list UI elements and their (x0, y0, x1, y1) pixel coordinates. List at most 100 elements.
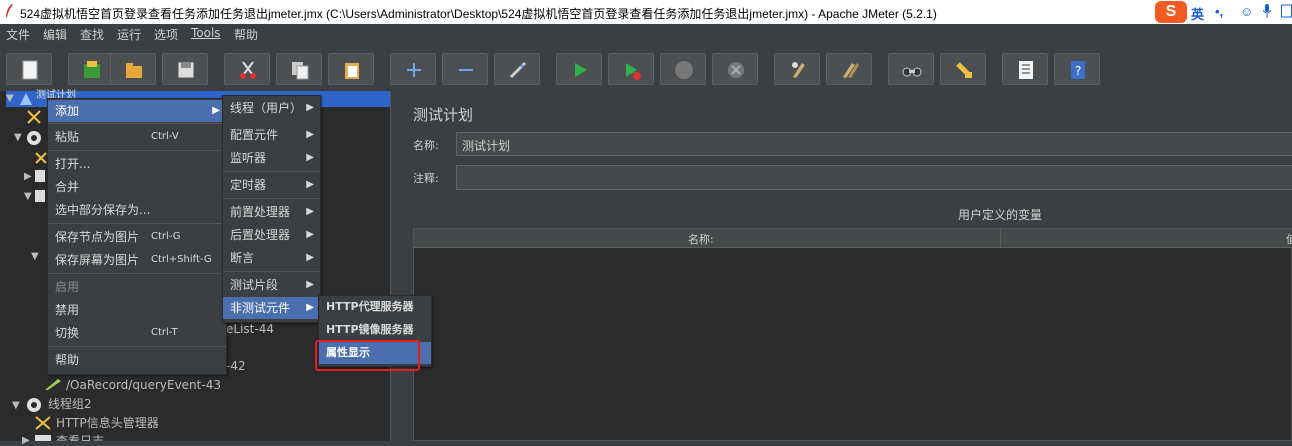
collapse-arrow-icon[interactable]: ▼ (31, 251, 39, 262)
menu-item-enable: 启用 (48, 276, 226, 298)
copy-button[interactable] (276, 53, 322, 85)
clear-button[interactable] (774, 53, 820, 85)
ime-mic-icon[interactable] (1262, 4, 1272, 21)
column-header-value[interactable]: 值 (1286, 231, 1292, 247)
menu-item-disable[interactable]: 禁用 (48, 299, 226, 321)
menu-item-save-selection[interactable]: 选中部分保存为... (48, 199, 226, 221)
test-plan-panel: 测试计划 名称: 测试计划 注释: 用户定义的变量 名称: 值 (402, 91, 1292, 441)
tree-row[interactable]: -42 (226, 357, 246, 375)
submenu-arrow-icon: ▶ (306, 102, 314, 113)
submenu-item-http-proxy[interactable]: HTTP代理服务器 (319, 296, 431, 318)
menu-run[interactable]: 运行 (117, 26, 141, 43)
tree-row[interactable]: 查看日志 (56, 432, 104, 441)
submenu-item-timer[interactable]: 定时器 ▶ (223, 174, 320, 196)
name-label: 名称: (413, 139, 439, 152)
ime-toolbar[interactable]: S 英 •, ☺ (1153, 1, 1292, 23)
menu-item-save-screen-image[interactable]: 保存屏幕为图片 Ctrl+Shift-G (48, 249, 226, 271)
start-no-pause-button[interactable] (608, 53, 654, 85)
paste-button[interactable] (328, 53, 374, 85)
window-title: 524虚拟机悟空首页登录查看任务添加任务退出jmeter.jmx (C:\Use… (20, 7, 937, 21)
shutdown-button[interactable] (712, 53, 758, 85)
menu-item-add[interactable]: 添加 ▶ (48, 100, 226, 122)
menu-item-label: 帮助 (55, 353, 80, 367)
submenu-item-threads[interactable]: 线程（用户） ▶ (223, 97, 320, 119)
submenu-item-http-mirror[interactable]: HTTP镜像服务器 (319, 319, 431, 341)
menu-help[interactable]: 帮助 (234, 26, 258, 43)
window-title-bar: 524虚拟机悟空首页登录查看任务添加任务退出jmeter.jmx (C:\Use… (0, 0, 1292, 24)
submenu-item-config[interactable]: 配置元件 ▶ (223, 124, 320, 146)
menu-file[interactable]: 文件 (6, 26, 30, 43)
clear-all-button[interactable] (826, 53, 872, 85)
tree-row[interactable]: /OaRecord/queryEvent-43 (66, 376, 221, 394)
menu-options[interactable]: 选项 (154, 26, 178, 43)
menu-separator (223, 171, 320, 172)
submenu-arrow-icon: ▶ (306, 129, 314, 140)
annotation-highlight-box (315, 340, 420, 371)
search-button[interactable] (888, 53, 934, 85)
menu-separator (223, 271, 320, 272)
menu-item-label: 前置处理器 (230, 205, 291, 219)
menu-item-toggle[interactable]: 切换 Ctrl-T (48, 322, 226, 344)
menu-tools[interactable]: Tools (191, 26, 221, 40)
collapse-arrow-icon[interactable]: ▼ (14, 132, 22, 143)
cut-icon (240, 61, 256, 79)
stop-icon (675, 61, 693, 79)
cut-button[interactable] (224, 53, 270, 85)
test-plan-icon (20, 93, 32, 105)
help-button[interactable]: ? (1054, 53, 1100, 85)
collapse-all-button[interactable] (442, 53, 488, 85)
submenu-item-preprocessor[interactable]: 前置处理器 ▶ (223, 201, 320, 223)
menu-item-label: 非测试元件 (230, 301, 291, 315)
ime-emoji-icon[interactable]: ☺ (1240, 4, 1253, 19)
toggle-icon (509, 61, 527, 79)
new-button[interactable] (6, 53, 52, 85)
menu-item-help[interactable]: 帮助 (48, 349, 226, 371)
user-vars-table[interactable]: 名称: 值 (413, 228, 1292, 441)
menu-item-label: 打开... (55, 157, 91, 171)
save-button[interactable] (162, 53, 208, 85)
start-button[interactable] (556, 53, 602, 85)
function-helper-button[interactable] (1002, 53, 1048, 85)
menu-search[interactable]: 查找 (80, 26, 104, 43)
submenu-item-test-fragment[interactable]: 测试片段 ▶ (223, 274, 320, 296)
expand-all-button[interactable] (390, 53, 436, 85)
open-button[interactable] (110, 53, 156, 85)
column-divider (1000, 229, 1001, 247)
menu-edit[interactable]: 编辑 (43, 26, 67, 43)
submenu-arrow-icon: ▶ (306, 206, 314, 217)
clear-all-icon (843, 63, 859, 78)
submenu-item-postprocessor[interactable]: 后置处理器 ▶ (223, 224, 320, 246)
help-icon: ? (1071, 61, 1085, 79)
column-header-name[interactable]: 名称: (688, 231, 714, 247)
expand-arrow-icon[interactable]: ▶ (24, 171, 32, 182)
collapse-arrow-icon[interactable]: ▼ (12, 400, 20, 411)
comment-field[interactable] (456, 165, 1292, 190)
reset-search-button[interactable] (940, 53, 986, 85)
templates-button[interactable] (68, 53, 114, 85)
table-header: 名称: 值 (414, 229, 1292, 248)
submenu-item-non-test-elements[interactable]: 非测试元件 ▶ (223, 297, 320, 319)
menu-item-open[interactable]: 打开... (48, 153, 226, 175)
submenu-arrow-icon: ▶ (212, 105, 220, 116)
toolbar: ? (0, 44, 1292, 94)
menu-item-merge[interactable]: 合并 (48, 176, 226, 198)
menu-item-save-node-image[interactable]: 保存节点为图片 Ctrl-G (48, 226, 226, 248)
user-vars-caption: 用户定义的变量 (958, 208, 1043, 222)
name-field[interactable]: 测试计划 (456, 132, 1292, 156)
ime-lang-toggle[interactable]: 英 (1191, 4, 1204, 23)
submenu-item-assertion[interactable]: 断言 ▶ (223, 247, 320, 269)
ime-skin-icon[interactable] (1281, 4, 1292, 21)
collapse-arrow-icon[interactable]: ▼ (24, 191, 32, 202)
new-icon (22, 60, 38, 80)
tree-row[interactable]: 线程组2 (48, 395, 92, 413)
menu-item-paste[interactable]: 粘贴 Ctrl-V (48, 126, 226, 148)
submenu-item-listener[interactable]: 监听器 ▶ (223, 147, 320, 169)
ime-punct-icon[interactable]: •, (1215, 4, 1223, 19)
ime-logo-icon[interactable]: S (1155, 1, 1187, 23)
tree-row[interactable]: HTTP信息头管理器 (56, 414, 159, 432)
add-submenu: 线程（用户） ▶ 配置元件 ▶ 监听器 ▶ 定时器 ▶ 前置处理器 ▶ 后置处理器 ▶ 断言… (222, 95, 321, 323)
stop-button[interactable] (660, 53, 706, 85)
toggle-button[interactable] (494, 53, 540, 85)
templates-icon (84, 61, 100, 78)
collapse-arrow-icon[interactable]: ▼ (6, 91, 14, 107)
